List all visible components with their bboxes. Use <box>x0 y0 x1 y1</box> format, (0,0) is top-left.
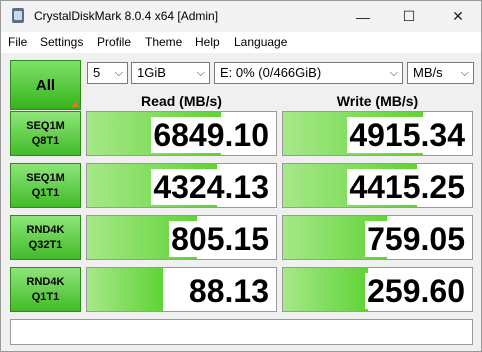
drive-select[interactable]: E: 0% (0/466GiB) ⌵ <box>214 62 403 84</box>
unit-value: MB/s <box>413 65 443 80</box>
write-result-0: 4915.34 <box>282 111 473 156</box>
chevron-down-icon: ⌵ <box>389 67 398 79</box>
test-button-1[interactable]: SEQ1M Q1T1 <box>10 163 81 208</box>
write-result-1: 4415.25 <box>282 163 473 208</box>
minimize-button[interactable]: — <box>340 1 386 32</box>
test-button-2[interactable]: RND4K Q32T1 <box>10 215 81 260</box>
test-size-value: 1GiB <box>137 65 166 80</box>
test-size-select[interactable]: 1GiB ⌵ <box>131 62 210 84</box>
read-result-0: 6849.10 <box>86 111 277 156</box>
app-window: CrystalDiskMark 8.0.4 x64 [Admin] — ☐ ✕ … <box>0 0 482 352</box>
close-button[interactable]: ✕ <box>435 1 481 32</box>
test-button-0[interactable]: SEQ1M Q8T1 <box>10 111 81 156</box>
app-icon <box>11 8 25 23</box>
read-value: 805.15 <box>169 221 269 257</box>
read-result-1: 4324.13 <box>86 163 277 208</box>
chevron-down-icon: ⌵ <box>114 67 123 79</box>
maximize-button[interactable]: ☐ <box>386 1 432 32</box>
corner-marker-icon <box>71 100 78 107</box>
all-button[interactable]: All <box>10 60 81 110</box>
write-value: 259.60 <box>365 273 465 309</box>
test-count-value: 5 <box>93 65 101 80</box>
menu-language[interactable]: Language <box>234 35 287 49</box>
menu-help[interactable]: Help <box>195 35 220 49</box>
menu-settings[interactable]: Settings <box>40 35 83 49</box>
drive-value: E: 0% (0/466GiB) <box>220 65 322 80</box>
test-params: Q8T1 <box>31 134 60 147</box>
menu-theme[interactable]: Theme <box>145 35 182 49</box>
status-bar <box>10 319 473 345</box>
read-result-3: 88.13 <box>86 267 277 312</box>
write-result-3: 259.60 <box>282 267 473 312</box>
menu-file[interactable]: File <box>8 35 27 49</box>
write-progress-bar <box>283 268 369 311</box>
test-name: SEQ1M <box>26 171 65 184</box>
test-name: SEQ1M <box>26 119 65 132</box>
chevron-down-icon: ⌵ <box>196 67 205 79</box>
main-panel: All 5 ⌵ 1GiB ⌵ E: 0% (0/466GiB) ⌵ MB/s ⌵… <box>1 53 481 351</box>
chevron-down-icon: ⌵ <box>460 67 469 79</box>
all-button-label: All <box>35 76 56 94</box>
read-value: 4324.13 <box>151 169 269 205</box>
read-value: 6849.10 <box>151 117 269 153</box>
read-header: Read (MB/s) <box>141 93 222 109</box>
write-result-2: 759.05 <box>282 215 473 260</box>
menu-profile[interactable]: Profile <box>97 35 131 49</box>
read-progress-bar <box>87 268 163 311</box>
test-count-select[interactable]: 5 ⌵ <box>87 62 128 84</box>
write-value: 759.05 <box>365 221 465 257</box>
test-params: Q1T1 <box>31 186 60 199</box>
write-header: Write (MB/s) <box>336 93 419 109</box>
read-result-2: 805.15 <box>86 215 277 260</box>
test-name: RND4K <box>26 223 65 236</box>
test-button-3[interactable]: RND4K Q1T1 <box>10 267 81 312</box>
unit-select[interactable]: MB/s ⌵ <box>407 62 474 84</box>
write-value: 4915.34 <box>347 117 465 153</box>
test-name: RND4K <box>26 275 65 288</box>
read-value: 88.13 <box>186 273 269 309</box>
test-params: Q1T1 <box>31 290 60 303</box>
write-value: 4415.25 <box>347 169 465 205</box>
window-title: CrystalDiskMark 8.0.4 x64 [Admin] <box>34 9 219 23</box>
title-bar: CrystalDiskMark 8.0.4 x64 [Admin] — ☐ ✕ <box>1 1 481 32</box>
test-params: Q32T1 <box>28 238 63 251</box>
menu-bar: File Settings Profile Theme Help Languag… <box>1 32 481 53</box>
